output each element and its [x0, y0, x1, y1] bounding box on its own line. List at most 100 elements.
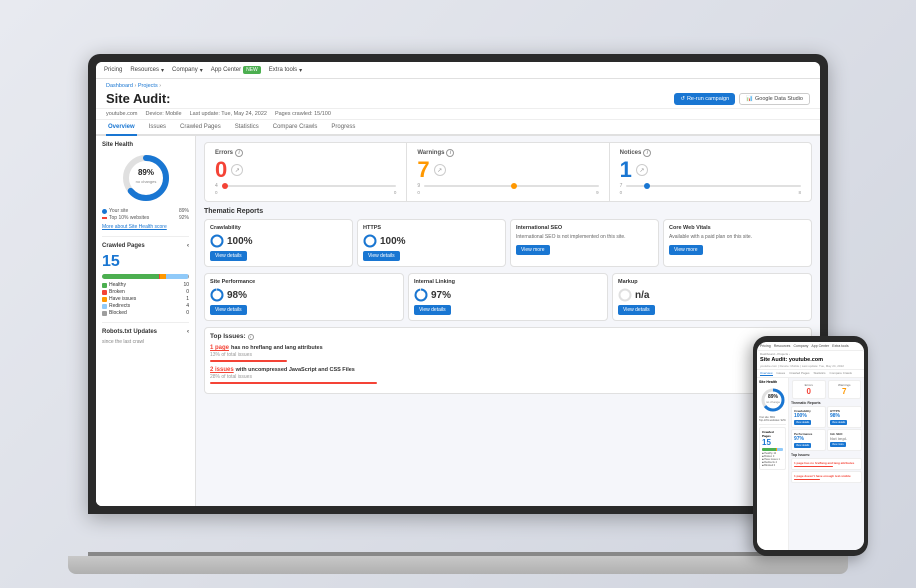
phone-issue-1-bar	[794, 466, 833, 467]
tab-statistics[interactable]: Statistics	[233, 120, 261, 136]
svg-text:no changes: no changes	[135, 179, 156, 184]
phone-nav: Pricing Resources Company App Center Ext…	[757, 342, 864, 351]
laptop-base	[68, 556, 848, 574]
tab-issues[interactable]: Issues	[147, 120, 168, 136]
phone-https-card: HTTPS 98% View details	[827, 406, 862, 428]
page-title-row: Site Audit: ↺ Re-run campaign 📊 Google D…	[106, 91, 810, 106]
device: Device: Mobile	[146, 111, 182, 117]
bar-blocked	[188, 274, 189, 279]
app-ui: Pricing Resources ▾ Company ▾ App Center…	[96, 62, 820, 506]
metrics-row: Errors i 0 ↗ 4	[204, 142, 812, 202]
errors-change-icon: ↗	[231, 164, 243, 176]
laptop: Pricing Resources ▾ Company ▾ App Center…	[68, 54, 848, 574]
notices-value: 1	[620, 159, 632, 181]
issue-2-bar	[210, 382, 377, 384]
top-nav: Pricing Resources ▾ Company ▾ App Center…	[96, 62, 820, 79]
main-panel: Errors i 0 ↗ 4	[196, 136, 820, 506]
breadcrumb-projects[interactable]: Projects	[138, 83, 158, 89]
site-health-section: Site Health	[102, 142, 189, 148]
bar-redirects	[166, 274, 189, 279]
crawlability-card: Crawlability 100% View details	[204, 219, 353, 267]
warnings-label: Warnings i	[417, 149, 598, 157]
robots-section: Robots.txt Updates ‹ since the last craw…	[102, 329, 189, 345]
phone-errors-metric: Errors 0	[792, 380, 826, 399]
internal-linking-card: Internal Linking 97% View details	[408, 273, 608, 321]
phone-tabs: Overview Issues Crawled Pages Statistics…	[757, 370, 864, 378]
tab-crawled-pages[interactable]: Crawled Pages	[178, 120, 223, 136]
phone-crawled-num: 15	[762, 438, 783, 447]
international-seo-card: International SEO International SEO is n…	[510, 219, 659, 267]
nav-pricing[interactable]: Pricing	[104, 67, 122, 73]
tab-overview[interactable]: Overview	[106, 120, 137, 136]
top-issues-section: Top Issues: i 1 page has no hreflang and…	[204, 327, 812, 394]
reports-grid: Crawlability 100% View details	[204, 219, 812, 267]
rerun-button[interactable]: ↺ Re-run campaign	[674, 93, 735, 105]
core-web-vitals-view-btn[interactable]: View more	[669, 245, 703, 255]
warnings-info-icon: i	[446, 149, 454, 157]
site-performance-card: Site Performance 98% View details	[204, 273, 404, 321]
sidebar: Site Health 89% no cha	[96, 136, 196, 506]
core-web-vitals-card: Core Web Vitals Available with a paid pl…	[663, 219, 812, 267]
https-card: HTTPS 100% View details	[357, 219, 506, 267]
tab-compare-crawls[interactable]: Compare Crawls	[271, 120, 320, 136]
scene: Pricing Resources ▾ Company ▾ App Center…	[28, 14, 888, 574]
top-issues-header: Top Issues: i	[210, 333, 806, 340]
nav-app-center[interactable]: App Center NEW	[211, 66, 261, 74]
google-data-studio-button[interactable]: 📊 Google Data Studio	[739, 93, 810, 105]
phone-screen: Pricing Resources Company App Center Ext…	[757, 342, 864, 550]
reports-grid-row2: Site Performance 98% View details	[204, 273, 812, 321]
main-content: Site Health 89% no cha	[96, 136, 820, 506]
meta-row: youtube.com Device: Mobile Last update: …	[96, 109, 820, 120]
internal-linking-view-btn[interactable]: View details	[414, 305, 451, 315]
breadcrumb: Dashboard › Projects ›	[106, 83, 810, 89]
errors-card: Errors i 0 ↗ 4	[205, 143, 407, 201]
notices-card: Notices i 1 ↗ 7	[610, 143, 811, 201]
laptop-screen: Pricing Resources ▾ Company ▾ App Center…	[96, 62, 820, 506]
top-issues-info-icon: i	[248, 334, 254, 340]
issue-2-link[interactable]: 2 issues	[210, 367, 234, 373]
thematic-reports-header: Thematic Reports	[204, 208, 812, 215]
nav-resources[interactable]: Resources ▾	[130, 67, 164, 74]
issue-1-bar	[210, 360, 287, 362]
domain: youtube.com	[106, 111, 138, 117]
nav-extra-tools[interactable]: Extra tools ▾	[269, 67, 302, 74]
issue-item-2: 2 issues with uncompressed JavaScript an…	[210, 366, 806, 384]
phone-main: Errors 0 Warnings 7 Thematic Reports	[789, 378, 864, 550]
site-health-legend: Your site 89% Top 10% websites 92%	[102, 208, 189, 221]
page-header: Dashboard › Projects › Site Audit: ↺ Re-…	[96, 79, 820, 109]
pages-crawled: Pages crawled: 15/100	[275, 111, 331, 117]
phone-crawled: Crawled Pages 15 ■ Healthy 10 ■ Broken 0…	[759, 427, 786, 470]
warnings-change-icon: ↗	[434, 164, 446, 176]
crawlability-view-btn[interactable]: View details	[210, 251, 247, 261]
phone-title: Site Audit: youtube.com	[757, 357, 864, 364]
phone-reports-grid: Crawlability 100% View details HTTPS 98%…	[791, 406, 862, 451]
breadcrumb-dashboard[interactable]: Dashboard	[106, 83, 133, 89]
phone-errors-row: Errors 0 Warnings 7	[791, 380, 862, 399]
issue-1-link[interactable]: 1 page	[210, 345, 229, 351]
site-performance-view-btn[interactable]: View details	[210, 305, 247, 315]
phone-issue-2: 1 page doesn't have enough text-visible	[791, 471, 862, 483]
site-health-more-link[interactable]: More about Site Health score	[102, 224, 189, 230]
issue-1-desc: has no hreflang and lang attributes	[231, 345, 323, 351]
crawled-pages-count: 15	[102, 253, 189, 271]
errors-scale	[222, 185, 397, 187]
svg-text:no change: no change	[766, 400, 780, 404]
tab-progress[interactable]: Progress	[329, 120, 357, 136]
nav-company[interactable]: Company ▾	[172, 67, 203, 74]
phone-warnings-metric: Warnings 7	[828, 380, 862, 399]
issue-2-desc: with uncompressed JavaScript and CSS Fil…	[236, 367, 355, 373]
phone-sidebar: Site Health 89% no change Your site: 89%…	[757, 378, 789, 550]
notices-change-icon: ↗	[636, 164, 648, 176]
international-seo-view-btn[interactable]: View more	[516, 245, 550, 255]
https-view-btn[interactable]: View details	[363, 251, 400, 261]
crawled-pages-section: Crawled Pages ‹	[102, 243, 189, 249]
errors-label: Errors i	[215, 149, 396, 157]
phone-intl-seo-card: Intl. SEO Not impl. View more	[827, 429, 862, 451]
crawled-pages-bar	[102, 274, 189, 279]
issue-item-1: 1 page has no hreflang and lang attribut…	[210, 344, 806, 362]
last-update: Last update: Tue, May 24, 2022	[190, 111, 267, 117]
crawled-pages-legend: Healthy 10 Broken 0	[102, 282, 189, 316]
issue-1-meta: 13% of total issues	[210, 352, 806, 358]
markup-view-btn[interactable]: View details	[618, 305, 655, 315]
phone-issues-section: Top Issues: 1 page has no hreflang and l…	[791, 453, 862, 483]
